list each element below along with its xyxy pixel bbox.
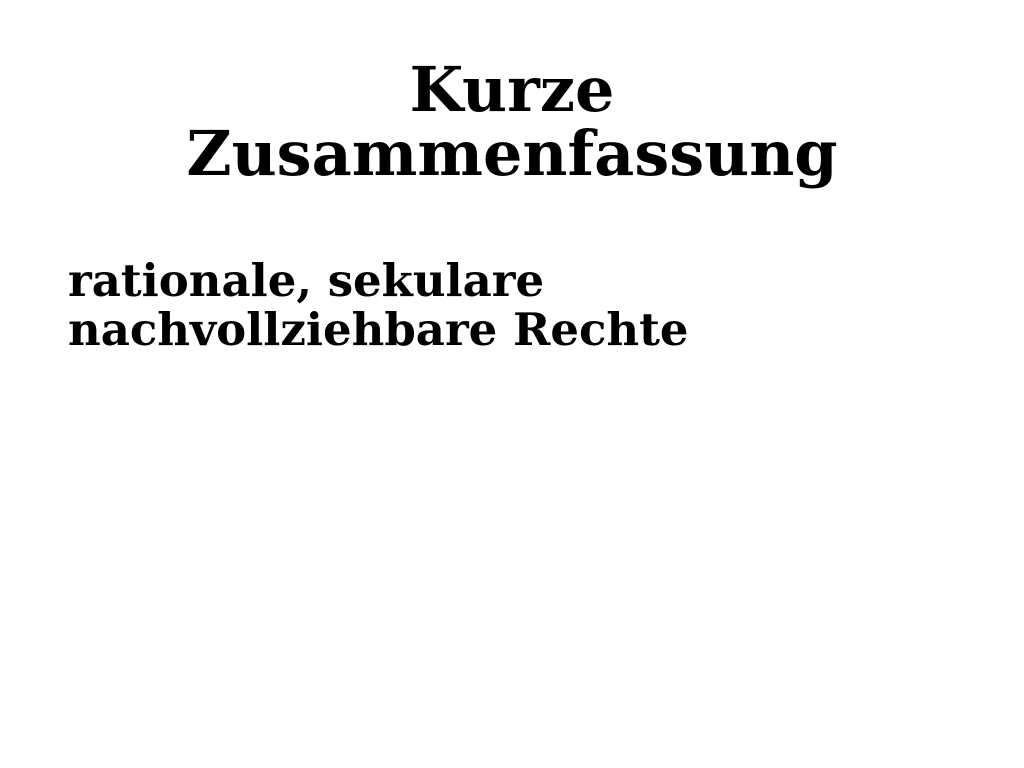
slide-title: Kurze Zusammenfassung — [0, 58, 1024, 186]
slide: Kurze Zusammenfassung rationale, sekular… — [0, 0, 1024, 768]
slide-title-line: Zusammenfassung — [186, 117, 838, 190]
slide-body-text: rationale, sekulare nachvollziehbare Rec… — [68, 256, 968, 354]
slide-body-line: rationale, sekulare — [68, 254, 545, 307]
slide-title-line: Kurze — [409, 53, 615, 126]
slide-body-line: nachvollziehbare Rechte — [68, 303, 689, 356]
